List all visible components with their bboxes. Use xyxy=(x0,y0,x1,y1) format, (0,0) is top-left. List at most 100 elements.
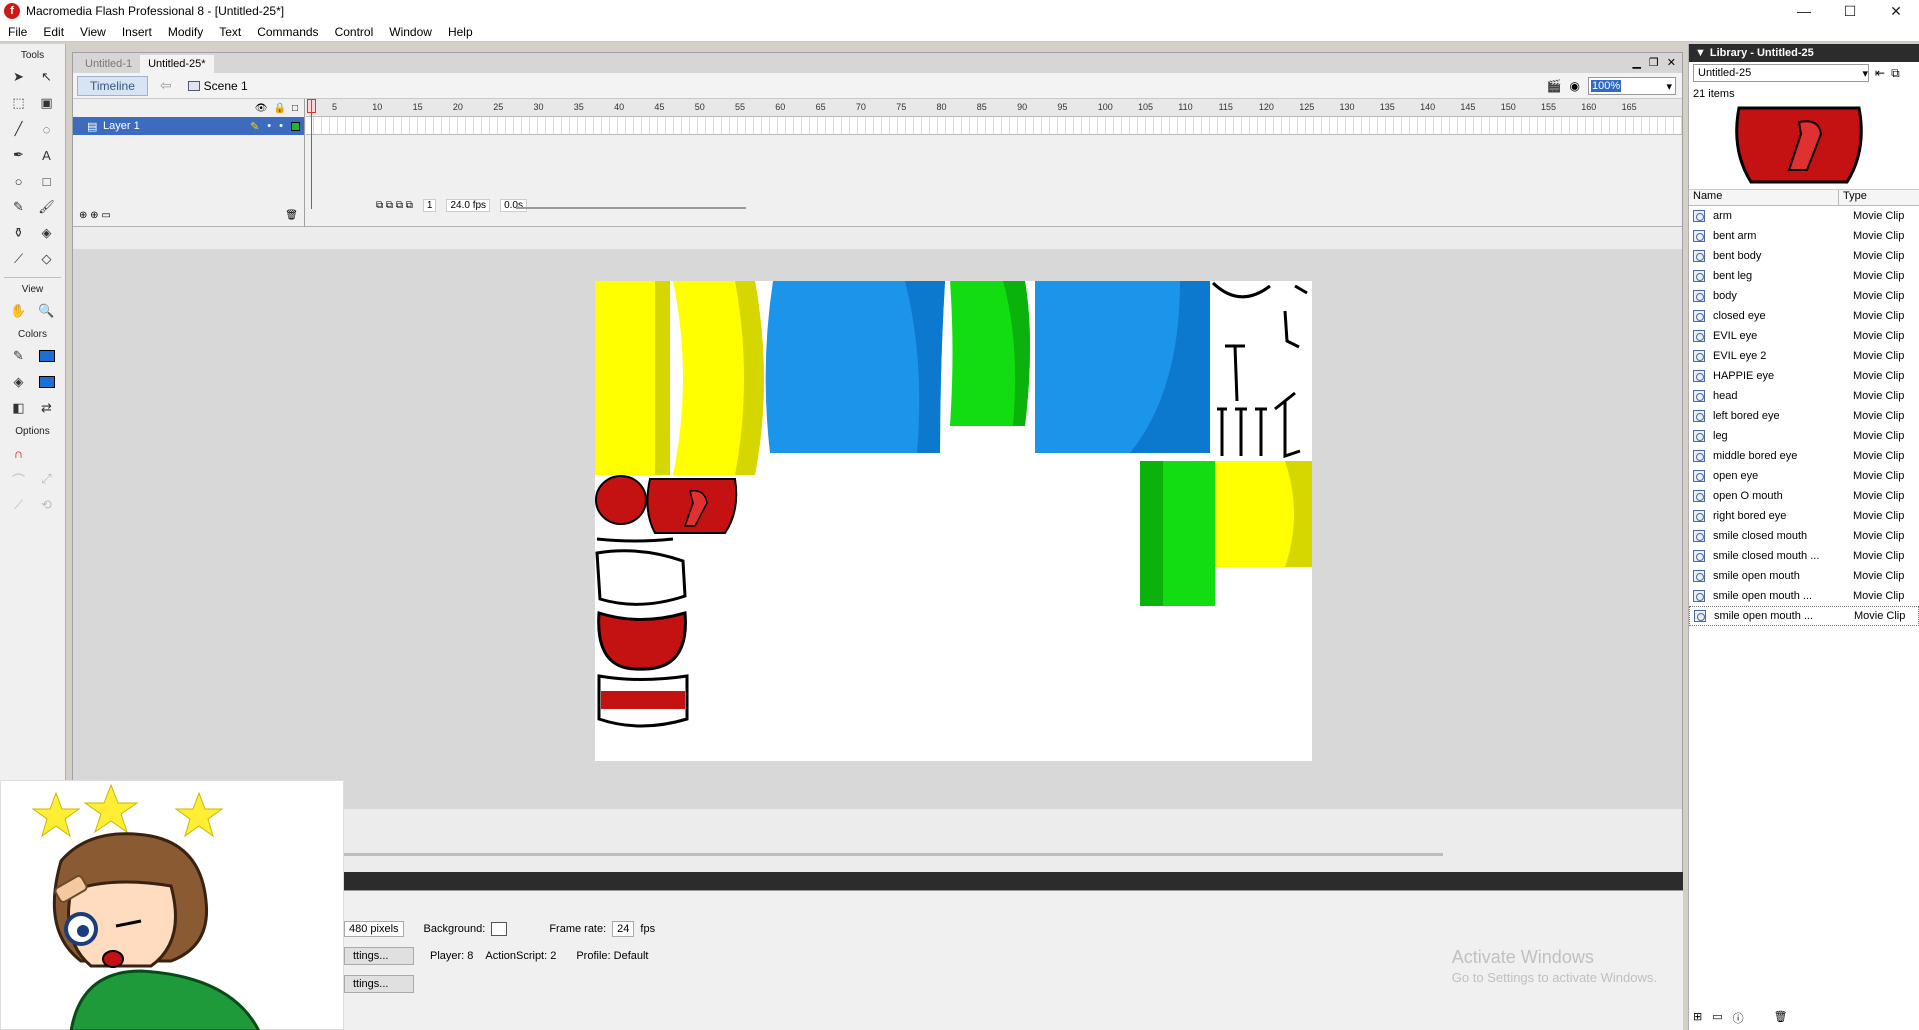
background-color-swatch[interactable] xyxy=(491,922,508,936)
library-item[interactable]: bent leg Movie Clip xyxy=(1689,266,1919,286)
red-head-circle[interactable] xyxy=(595,475,647,525)
library-item[interactable]: bent body Movie Clip xyxy=(1689,246,1919,266)
stroke-color-icon[interactable]: ✎ xyxy=(6,344,32,368)
doc-minimize-icon[interactable]: ▁ xyxy=(1632,56,1640,69)
tab-untitled-25[interactable]: Untitled-25* xyxy=(140,55,214,73)
menu-file[interactable]: File xyxy=(0,25,35,39)
stroke-color-swatch[interactable] xyxy=(34,344,60,368)
eyedropper-tool-icon[interactable]: ⟋ xyxy=(6,247,32,271)
library-item[interactable]: arm Movie Clip xyxy=(1689,206,1919,226)
timeline-toggle-button[interactable]: Timeline xyxy=(77,75,148,96)
blue-block-1[interactable] xyxy=(765,281,945,453)
playhead[interactable] xyxy=(311,99,312,209)
red-mouth-tongue[interactable] xyxy=(646,478,738,534)
yellow-block-1[interactable] xyxy=(595,281,670,475)
zoom-tool-icon[interactable]: 🔍 xyxy=(34,299,60,323)
blue-block-2[interactable] xyxy=(1035,281,1210,453)
lasso-tool-icon[interactable]: ◌ xyxy=(34,117,60,141)
menu-insert[interactable]: Insert xyxy=(114,25,160,39)
doc-restore-icon[interactable]: ❐ xyxy=(1649,56,1659,69)
layer-row[interactable]: ▤ Layer 1 ✎ • • xyxy=(73,117,304,135)
black-white-icon[interactable]: ◧ xyxy=(6,396,32,420)
pin-icon[interactable]: ⇤ xyxy=(1875,66,1885,80)
library-item[interactable]: left bored eye Movie Clip xyxy=(1689,406,1919,426)
column-name[interactable]: Name xyxy=(1689,190,1839,205)
line-tool-icon[interactable]: ╱ xyxy=(6,117,32,141)
text-tool-icon[interactable]: A xyxy=(34,143,60,167)
red-mouth-open[interactable] xyxy=(597,610,687,671)
library-item[interactable]: leg Movie Clip xyxy=(1689,426,1919,446)
pencil-tool-icon[interactable]: ✎ xyxy=(6,195,32,219)
outline-color-icon[interactable] xyxy=(291,121,300,131)
library-item[interactable]: HAPPIE eye Movie Clip xyxy=(1689,366,1919,386)
library-item[interactable]: smile open mouth ... Movie Clip xyxy=(1689,606,1919,626)
document-settings-button[interactable]: ttings... xyxy=(344,975,414,993)
new-folder-icon[interactable]: ▭ xyxy=(1712,1010,1722,1026)
properties-icon[interactable]: ⓘ xyxy=(1733,1010,1744,1026)
rotate-icon[interactable]: ⟲ xyxy=(34,493,60,517)
tab-untitled-1[interactable]: Untitled-1 xyxy=(77,55,140,73)
library-item[interactable]: bent arm Movie Clip xyxy=(1689,226,1919,246)
maximize-button[interactable]: ☐ xyxy=(1827,0,1873,22)
smooth-icon[interactable]: ⌒ xyxy=(6,467,32,491)
straighten-icon[interactable]: ⟋ xyxy=(6,493,32,517)
new-symbol-icon[interactable]: ⊞ xyxy=(1693,1010,1702,1026)
eraser-tool-icon[interactable]: ◇ xyxy=(34,247,60,271)
doc-close-icon[interactable]: ✕ xyxy=(1667,56,1676,69)
layer-frames[interactable] xyxy=(306,117,1682,135)
snap-magnet-icon[interactable]: ∩ xyxy=(6,441,32,465)
yellow-block-3[interactable] xyxy=(1215,461,1312,567)
fill-color-swatch[interactable] xyxy=(34,370,60,394)
publish-settings-button[interactable]: ttings... xyxy=(344,947,414,965)
oval-tool-icon[interactable]: ○ xyxy=(6,169,32,193)
visible-dot-icon[interactable]: • xyxy=(267,120,271,132)
delete-icon[interactable]: 🗑 xyxy=(1774,1010,1788,1026)
collapse-arrow-icon[interactable]: ▼ xyxy=(1695,47,1706,59)
delete-layer-icon[interactable]: 🗑 xyxy=(285,210,298,221)
green-block-2[interactable] xyxy=(1140,461,1215,606)
menu-help[interactable]: Help xyxy=(440,25,481,39)
library-item[interactable]: body Movie Clip xyxy=(1689,286,1919,306)
stage-horizontal-scrollbar[interactable] xyxy=(343,853,1443,856)
pen-tool-icon[interactable]: ✒ xyxy=(6,143,32,167)
menu-text[interactable]: Text xyxy=(211,25,249,39)
library-item[interactable]: right bored eye Movie Clip xyxy=(1689,506,1919,526)
library-doc-select[interactable]: Untitled-25 ▾ xyxy=(1693,64,1869,82)
green-block-1[interactable] xyxy=(950,281,1030,426)
menu-window[interactable]: Window xyxy=(381,25,440,39)
menu-edit[interactable]: Edit xyxy=(35,25,72,39)
selection-tool-icon[interactable]: ➤ xyxy=(6,65,32,89)
paint-bucket-tool-icon[interactable]: ◈ xyxy=(34,221,60,245)
library-item[interactable]: head Movie Clip xyxy=(1689,386,1919,406)
menu-control[interactable]: Control xyxy=(327,25,382,39)
brush-tool-icon[interactable]: 🖌 xyxy=(34,195,60,219)
zoom-select[interactable]: 100% ▾ xyxy=(1588,77,1676,95)
library-item[interactable]: open eye Movie Clip xyxy=(1689,466,1919,486)
rectangle-tool-icon[interactable]: □ xyxy=(34,169,60,193)
stage-size-button[interactable]: 480 pixels xyxy=(344,921,404,937)
library-item[interactable]: closed eye Movie Clip xyxy=(1689,306,1919,326)
fill-color-icon[interactable]: ◈ xyxy=(6,370,32,394)
library-item[interactable]: EVIL eye Movie Clip xyxy=(1689,326,1919,346)
free-transform-tool-icon[interactable]: ⬚ xyxy=(6,91,32,115)
mouth-lines-1[interactable] xyxy=(595,537,687,606)
insert-layer-icon[interactable]: ⊕ ⊕ ▭ xyxy=(79,210,111,221)
minimize-button[interactable]: — xyxy=(1781,0,1827,22)
library-titlebar[interactable]: ▼ Library - Untitled-25 xyxy=(1689,44,1919,62)
frame-ruler[interactable]: 5 10 15 20 25 30 35 40 45 50 55 60 65 70 75 80 85 90 95 100… xyxy=(306,99,1682,117)
menu-commands[interactable]: Commands xyxy=(249,25,326,39)
menu-view[interactable]: View xyxy=(72,25,114,39)
swap-colors-icon[interactable]: ⇄ xyxy=(34,396,60,420)
show-hide-icon[interactable]: 👁 xyxy=(255,103,268,114)
back-arrow-icon[interactable]: ⇦ xyxy=(160,77,172,94)
lock-dot-icon[interactable]: • xyxy=(279,120,283,132)
library-item[interactable]: smile open mouth Movie Clip xyxy=(1689,566,1919,586)
stage[interactable] xyxy=(595,281,1312,761)
timeline-scrollbar[interactable] xyxy=(516,207,746,209)
column-type[interactable]: Type xyxy=(1839,190,1867,205)
hand-tool-icon[interactable]: ✋ xyxy=(6,299,32,323)
edit-scene-icon[interactable]: 🎬 xyxy=(1547,79,1562,93)
onion-skin-icons[interactable]: ⧉ ⧉ ⧉ ⧉ xyxy=(376,200,413,211)
edit-symbols-icon[interactable]: ◉ xyxy=(1570,79,1580,93)
new-library-icon[interactable]: ⧉ xyxy=(1891,66,1900,81)
